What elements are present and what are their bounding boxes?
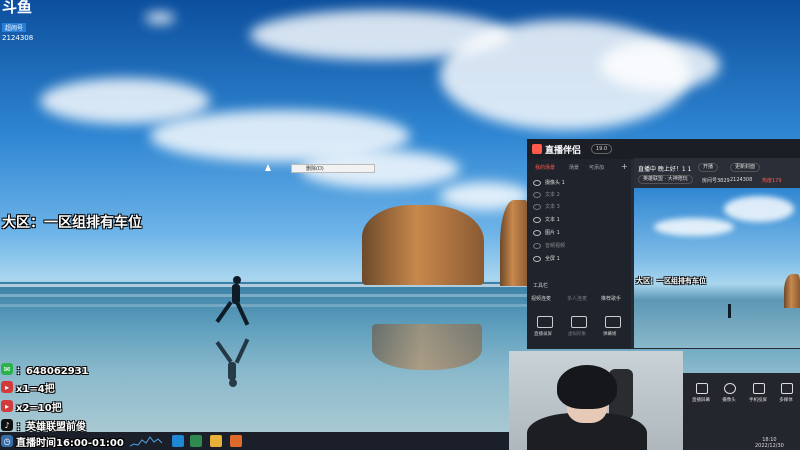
wechat-icon: ✉ [1,363,13,375]
stream-title: 直播中 晚上好！1 1 [638,166,692,173]
cloud [145,12,175,24]
clock-icon: ◷ [1,435,13,447]
room-number: 2124308 [2,34,34,42]
category-select[interactable]: 英雄联盟 · 大神陪玩 [638,175,693,184]
edge-icon[interactable] [172,435,184,447]
heat-value: 热度179 [762,178,782,184]
network-graph [130,436,162,447]
tag-icon: ▸ [1,400,13,412]
app-header: 直播伴侣 19.0 [527,139,800,159]
douyin-icon: ♪ [1,419,13,431]
eye-icon[interactable] [533,216,541,223]
context-menu-item[interactable]: 删除(D) [291,164,375,173]
douyu-logo: 斗鱼 超闹号 2124308 [2,0,33,42]
dock-label: 摄像头 [722,398,736,403]
phone-icon[interactable] [753,383,765,394]
source-item[interactable]: 文本 2 [533,191,560,198]
tab-my-scene[interactable]: 我的场景 [535,164,555,171]
sea-rock-right [500,200,528,286]
app-title: 直播伴侣 [545,146,582,156]
eye-icon[interactable] [533,191,541,198]
tool-label: 直播录屏 [534,332,552,337]
tab-addable[interactable]: 可添加 [589,164,604,171]
source-item[interactable]: 音频视频 [533,242,565,249]
app-version: 19.0 [591,144,613,154]
cloud [600,40,720,90]
dock-label: 手机投屏 [749,398,767,403]
sea-rock-reflection [372,324,482,370]
stream-info-bar: 直播中 晚上好！1 1 开播 更新封面 英雄联盟 · 大神陪玩 房间号3829 … [634,158,800,188]
tool-label: 弹幕姬 [603,332,617,337]
live-time-row: ◷ 直播时间16:00-01:00 [1,434,124,449]
wechat-row: ✉ ：648062931 [1,362,89,377]
stream-preview: 大区：一区组排有车位 [634,188,800,348]
tag-icon: ▸ [1,381,13,393]
price-x1: x1=4把 [16,383,55,395]
tool-label: 虚拟形象 [568,332,586,337]
eye-icon[interactable] [533,255,541,262]
mouse-cursor-icon [265,164,271,171]
sea-rock [362,205,484,285]
windows-taskbar: ◷ 直播时间16:00-01:00 [0,432,510,450]
logo-text: 斗鱼 [2,0,33,16]
wechat-number: ：648062931 [16,365,89,377]
price-row-2: ▸ x2=10把 [1,399,62,414]
record-icon[interactable] [537,316,553,328]
app-logo-icon [532,144,542,154]
camera-icon[interactable] [724,383,736,394]
tool-multi-link[interactable]: 多人连麦 [567,295,587,302]
cloud [40,78,210,124]
tool-video-link[interactable]: 视频连麦 [531,295,551,302]
browser-icon[interactable] [190,435,202,447]
tab-scene[interactable]: 场景 [569,164,579,171]
system-clock[interactable]: 18:10 2022/12/30 [755,437,784,449]
explorer-icon[interactable] [210,435,222,447]
eye-icon[interactable] [533,179,541,186]
app-icon[interactable] [230,435,242,447]
source-item[interactable]: 文本 1 [533,216,560,223]
cover-button[interactable]: 更新封面 [730,163,761,172]
avatar-icon[interactable] [571,316,587,328]
eye-icon[interactable] [533,229,541,236]
tool-recommend[interactable]: 推荐歌手 [601,295,621,302]
source-item[interactable]: 图片 1 [533,229,560,236]
zone-text: 大区：一区组排有车位 [2,215,142,231]
source-item[interactable]: 摄像头 1 [533,179,565,186]
logo-tag: 超闹号 [2,23,27,32]
price-row-1: ▸ x1=4把 [1,380,55,395]
douyin-account: ：英雄联盟前俊 [16,421,86,433]
dock-label: 多媒体 [779,398,793,403]
douyin-row: ♪ ：英雄联盟前俊 [1,418,86,433]
add-scene-icon[interactable]: + [621,162,628,171]
source-item[interactable]: 文本 3 [533,203,560,210]
view-count: 2124308 [730,177,753,183]
screen-icon[interactable] [696,383,708,394]
room-id: 房间号3829 [702,178,730,184]
eye-icon[interactable] [533,242,541,249]
dock-label: 直播屏幕 [692,398,710,403]
webcam-feed [509,351,683,450]
source-item[interactable]: 全屏 1 [533,255,560,262]
preview-zone-text: 大区：一区组排有车位 [636,277,706,285]
media-icon[interactable] [781,383,793,394]
danmaku-icon[interactable] [605,316,621,328]
eye-icon[interactable] [533,203,541,210]
tools-label: 工具栏 [533,283,549,289]
start-button[interactable]: 开播 [698,163,719,172]
price-x2: x2=10把 [16,402,62,414]
live-time: 直播时间16:00-01:00 [16,437,124,449]
